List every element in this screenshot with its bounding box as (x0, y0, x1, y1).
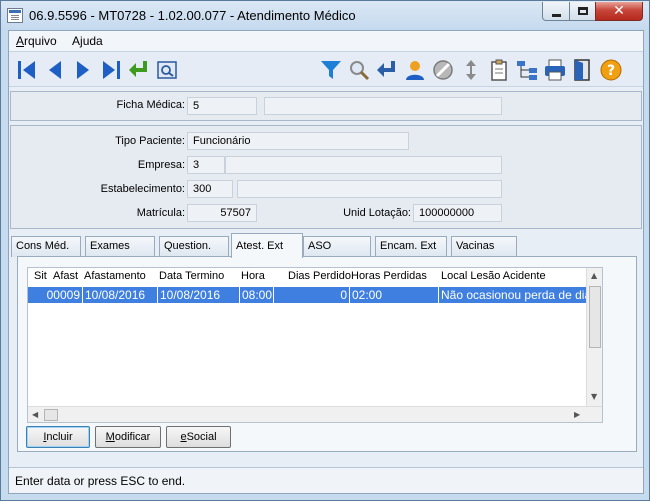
empresa-field[interactable]: 3 (187, 156, 225, 174)
table-row[interactable]: 00009 10/08/2016 10/08/2016 08:00 0 02:0… (28, 287, 589, 303)
tab-strip: Cons Méd. Exames Question. Atest. Ext AS… (11, 233, 639, 258)
scroll-right-icon[interactable]: ▶ (574, 410, 580, 419)
exit-icon[interactable] (571, 58, 595, 82)
app-icon (7, 8, 23, 23)
menu-bar: Arquivo Ajuda (9, 31, 643, 51)
grid-header: Sit Afast Afastamento Data Termino Hora … (28, 268, 588, 286)
menu-arquivo[interactable]: Arquivo (16, 34, 57, 48)
matricula-label: Matrícula: (136, 207, 185, 219)
horizontal-scrollbar[interactable]: ◀ ▶ (28, 406, 602, 422)
modificar-button[interactable]: Modificar (95, 426, 161, 448)
menu-ajuda[interactable]: Ajuda (72, 34, 103, 48)
menu-ajuda-first: A (72, 34, 81, 48)
vertical-scrollbar[interactable]: ▲ ▼ (586, 268, 602, 406)
toolbar: ? (9, 51, 643, 87)
tree-icon[interactable] (515, 58, 539, 82)
minimize-button[interactable] (542, 2, 570, 21)
tipo-paciente-label: Tipo Paciente: (115, 135, 185, 147)
esocial-label: Social (186, 431, 217, 443)
menu-arquivo-label: rquivo (24, 34, 57, 48)
maximize-button[interactable] (569, 2, 596, 21)
tab-atest-ext[interactable]: Atest. Ext (231, 233, 303, 258)
empresa-description (225, 156, 502, 174)
cell-afastamento: 10/08/2016 (83, 287, 158, 303)
go-to-icon[interactable] (375, 58, 399, 82)
col-dias-perdido[interactable]: Dias Perdido (288, 270, 351, 282)
tab-question[interactable]: Question. (159, 236, 229, 257)
previous-record-icon[interactable] (43, 58, 67, 82)
unid-lotacao-label: Unid Lotação: (343, 207, 411, 219)
cell-afast: 00009 (28, 287, 83, 303)
estabelecimento-label: Estabelecimento: (100, 183, 185, 195)
col-horas-perdidas[interactable]: Horas Perdidas (351, 270, 427, 282)
matricula-field[interactable]: 57507 (187, 204, 257, 222)
esocial-button[interactable]: eSocial (166, 426, 231, 448)
close-button[interactable]: ✕ (595, 2, 643, 21)
col-data-termino[interactable]: Data Termino (159, 270, 224, 282)
tab-aso[interactable]: ASO (303, 236, 371, 257)
cancel-icon[interactable] (431, 58, 455, 82)
close-icon: ✕ (613, 3, 625, 19)
ficha-medica-label: Ficha Médica: (116, 99, 185, 111)
minimize-icon (552, 14, 561, 17)
modificar-label: odificar (114, 431, 151, 443)
help-icon[interactable]: ? (599, 58, 623, 82)
cell-local-lesao: Não ocasionou perda de dia (441, 288, 589, 302)
cell-data-termino: 10/08/2016 (158, 287, 240, 303)
tab-vacinas[interactable]: Vacinas (451, 236, 517, 257)
print-icon[interactable] (543, 58, 567, 82)
sort-icon[interactable] (459, 58, 483, 82)
incluir-label: ncluir (46, 431, 73, 443)
col-local-lesao[interactable]: Local Lesão Acidente (441, 270, 546, 282)
estabelecimento-description (237, 180, 502, 198)
last-record-icon[interactable] (99, 58, 123, 82)
menu-ajuda-label: uda (82, 34, 103, 48)
ficha-medica-description (264, 97, 502, 115)
tab-cons-med[interactable]: Cons Méd. (11, 236, 81, 257)
zoom-icon[interactable] (155, 58, 179, 82)
tipo-paciente-field[interactable]: Funcionário (187, 132, 409, 150)
return-icon[interactable] (127, 58, 151, 82)
vertical-scroll-thumb[interactable] (589, 286, 601, 348)
tab-encam-ext[interactable]: Encam. Ext (375, 236, 447, 257)
scroll-up-icon[interactable]: ▲ (591, 271, 597, 280)
client-area: Arquivo Ajuda ? Ficha Médica: 5 Tipo Pac… (8, 30, 644, 494)
clipboard-icon[interactable] (487, 58, 511, 82)
empresa-label: Empresa: (137, 159, 185, 171)
app-window: 06.9.5596 - MT0728 - 1.02.00.077 - Atend… (0, 0, 650, 501)
atestados-grid[interactable]: Sit Afast Afastamento Data Termino Hora … (27, 267, 603, 423)
cell-hora: 08:00 (242, 287, 274, 303)
col-afast[interactable]: Afast (53, 270, 78, 282)
status-bar: Enter data or press ESC to end. (9, 467, 643, 493)
first-record-icon[interactable] (15, 58, 39, 82)
ficha-panel: Ficha Médica: 5 (10, 91, 642, 121)
maximize-icon (578, 7, 588, 15)
search-icon[interactable] (347, 58, 371, 82)
next-record-icon[interactable] (71, 58, 95, 82)
scroll-down-icon[interactable]: ▼ (591, 392, 597, 401)
cell-horas-perdidas: 02:00 (350, 287, 439, 303)
menu-arquivo-mnemonic: A (16, 34, 25, 48)
modificar-mnemonic: M (105, 431, 115, 443)
horizontal-scroll-thumb[interactable] (44, 409, 58, 421)
estabelecimento-field[interactable]: 300 (187, 180, 233, 198)
user-icon[interactable] (403, 58, 427, 82)
cell-dias-perdido: 0 (274, 287, 350, 303)
scroll-left-icon[interactable]: ◀ (32, 410, 38, 419)
col-afastamento[interactable]: Afastamento (84, 270, 146, 282)
filter-icon[interactable] (319, 58, 343, 82)
tab-exames[interactable]: Exames (85, 236, 155, 257)
title-bar: 06.9.5596 - MT0728 - 1.02.00.077 - Atend… (1, 1, 649, 30)
col-sit[interactable]: Sit (34, 270, 47, 282)
ficha-medica-field[interactable]: 5 (187, 97, 257, 115)
unid-lotacao-field[interactable]: 100000000 (413, 204, 502, 222)
window-title: 06.9.5596 - MT0728 - 1.02.00.077 - Atend… (29, 8, 356, 23)
patient-panel: Tipo Paciente: Funcionário Empresa: 3 Es… (10, 125, 642, 229)
svg-text:?: ? (607, 63, 615, 79)
col-hora[interactable]: Hora (241, 270, 265, 282)
incluir-button[interactable]: Incluir (26, 426, 90, 448)
